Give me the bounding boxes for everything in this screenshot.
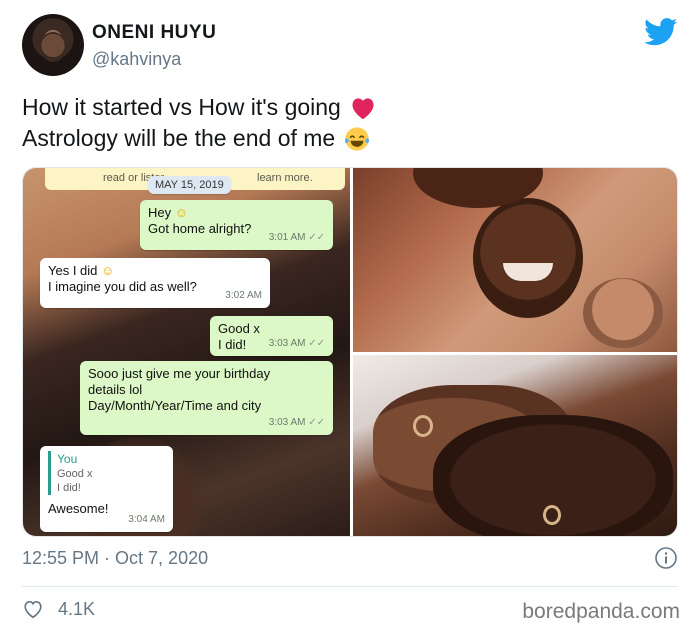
holding-hands-rings-photo[interactable] (353, 355, 677, 536)
tweet-header: ONENI HUYU @kahvinya (22, 14, 682, 78)
heart-outline-icon[interactable] (22, 598, 44, 620)
twitter-bird-icon[interactable] (644, 18, 678, 46)
woman-face (473, 198, 583, 318)
chat-date-pill: MAY 15, 2019 (148, 176, 231, 194)
couple-with-baby-photo[interactable] (353, 168, 677, 352)
tweet-timestamp[interactable]: 12:55 PM · Oct 7, 2020 (22, 548, 208, 569)
chat-message: You Good x I did! Awesome! 3:04 AM (40, 446, 173, 532)
tweet-text: How it started vs How it's going Astrolo… (22, 92, 682, 154)
chat-message: Yes I did ☺ I imagine you did as well? 3… (40, 258, 270, 308)
tweet-line-2: Astrology will be the end of me (22, 125, 336, 151)
wedding-ring (543, 505, 561, 525)
chat-message: Hey ☺ Got home alright? 3:01 AM ✓✓ (140, 200, 333, 250)
boredpanda-watermark: boredpanda.com (522, 600, 680, 623)
chat-message: Good x I did! 3:03 AM ✓✓ (210, 316, 333, 356)
like-count: 4.1K (58, 598, 96, 619)
chat-screenshot-image[interactable]: read or lister learn more. MAY 15, 2019 … (23, 168, 350, 536)
user-handle[interactable]: @kahvinya (92, 49, 181, 70)
tweet-line-1: How it started vs How it's going (22, 94, 341, 120)
info-icon[interactable] (654, 546, 678, 570)
engagement-ring (413, 415, 433, 437)
red-heart-icon (352, 97, 374, 119)
like-action[interactable]: 4.1K (22, 598, 95, 620)
quoted-reply: You Good x I did! (48, 451, 165, 495)
baby-face (583, 278, 663, 348)
chat-message: Sooo just give me your birthday details … (80, 361, 333, 435)
tweet-media[interactable]: read or lister learn more. MAY 15, 2019 … (22, 167, 678, 537)
tears-of-joy-icon (345, 126, 370, 151)
avatar[interactable] (22, 14, 84, 76)
display-name[interactable]: ONENI HUYU (92, 22, 216, 44)
divider (22, 586, 678, 587)
